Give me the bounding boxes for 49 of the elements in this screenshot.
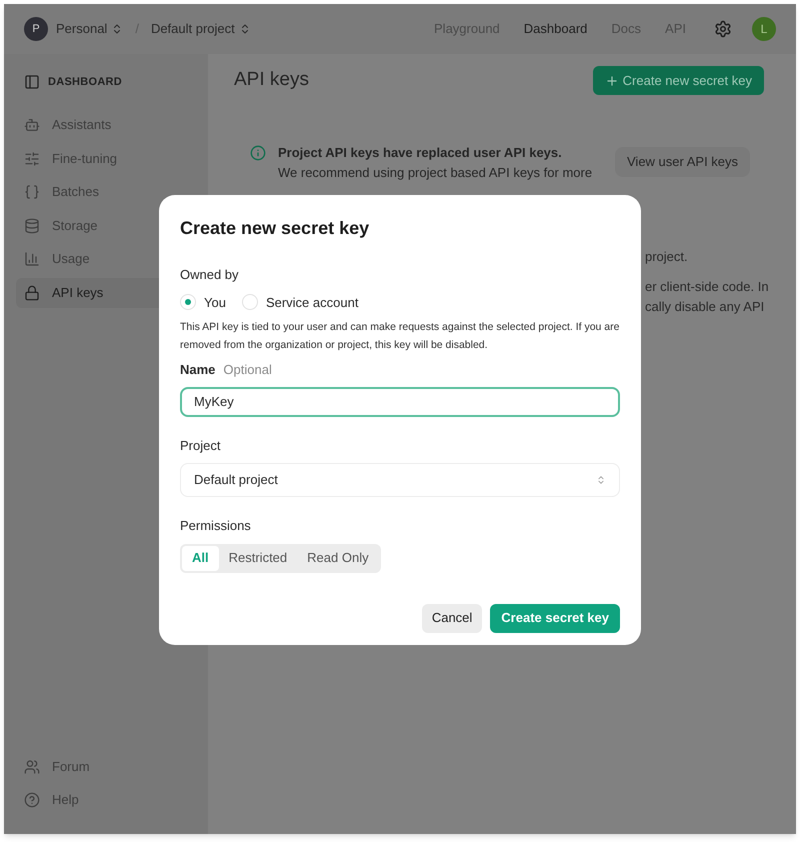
org-avatar[interactable]: P bbox=[24, 17, 48, 41]
project-select[interactable]: Default project bbox=[180, 463, 620, 497]
create-key-button[interactable]: Create new secret key bbox=[592, 66, 764, 95]
sidebar-item[interactable]: Assistants bbox=[16, 110, 196, 140]
field-label: Project bbox=[180, 436, 222, 455]
braces-icon bbox=[24, 184, 40, 200]
notice-text: We recommend using project based API keys for more bbox=[278, 164, 594, 182]
permission-tab[interactable]: All bbox=[182, 546, 219, 570]
partial-text: cally disable any API bbox=[645, 298, 766, 316]
name-field[interactable]: MyKey bbox=[180, 386, 620, 416]
lock-icon bbox=[24, 284, 40, 300]
cancel-button[interactable]: Cancel bbox=[422, 604, 482, 632]
sliders-icon bbox=[24, 150, 40, 166]
plus-icon bbox=[604, 74, 619, 88]
partial-text: project. bbox=[645, 248, 689, 266]
sidebar-toggle-icon[interactable] bbox=[24, 74, 40, 90]
settings-icon[interactable] bbox=[714, 20, 732, 38]
page-title: API keys bbox=[234, 68, 309, 92]
dialog-title: Create new secret key bbox=[180, 217, 370, 240]
radio-option[interactable]: Service account bbox=[242, 292, 358, 312]
project-switcher[interactable]: Default project bbox=[150, 19, 251, 39]
database-icon bbox=[24, 218, 40, 234]
view-user-keys-button[interactable]: View user API keys bbox=[615, 147, 750, 177]
help-icon bbox=[24, 792, 40, 808]
ownership-description: This API key is tied to your user and can make requests against the selected project. If you are removed from the organization or project, this key will be disabled. bbox=[180, 320, 620, 353]
sidebar-footer-item[interactable]: Help bbox=[16, 785, 196, 815]
org-switcher[interactable]: Personal bbox=[56, 19, 124, 39]
robot-icon bbox=[24, 117, 40, 133]
permission-tab[interactable]: Read Only bbox=[297, 546, 379, 570]
chevron-updown-icon bbox=[596, 475, 606, 485]
field-label: Name bbox=[180, 361, 216, 379]
permission-tab[interactable]: Restricted bbox=[218, 546, 298, 570]
optional-hint: Optional bbox=[223, 361, 272, 379]
bar-chart-icon bbox=[24, 251, 40, 267]
sidebar-footer-item[interactable]: Forum bbox=[16, 752, 196, 782]
people-icon bbox=[24, 759, 40, 775]
radio-button[interactable] bbox=[180, 294, 196, 310]
field-label: Permissions bbox=[180, 517, 252, 535]
create-secret-key-button[interactable]: Create secret key bbox=[490, 604, 620, 632]
info-icon bbox=[250, 145, 266, 161]
notice-title: Project API keys have replaced user API keys. bbox=[278, 144, 563, 162]
partial-text: er client-side code. In bbox=[645, 278, 770, 296]
breadcrumb-separator: / bbox=[135, 20, 139, 38]
user-avatar[interactable]: L bbox=[752, 17, 776, 41]
nav-link[interactable]: Dashboard bbox=[524, 19, 588, 39]
sidebar-header: DASHBOARD bbox=[48, 74, 122, 90]
radio-button[interactable] bbox=[242, 294, 258, 310]
sidebar-item[interactable]: Batches bbox=[16, 177, 196, 207]
sidebar-item[interactable]: Fine-tuning bbox=[16, 144, 196, 174]
